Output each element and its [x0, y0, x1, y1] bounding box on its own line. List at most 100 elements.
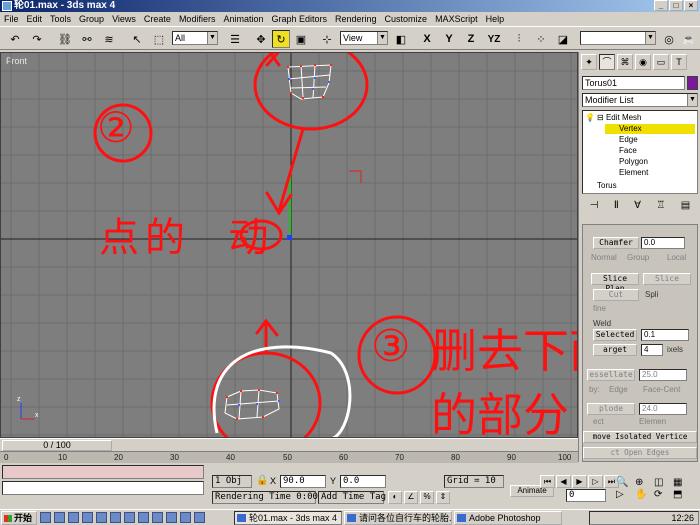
menu-modifiers[interactable]: Modifiers — [175, 12, 220, 26]
reference-coord-combo[interactable]: View ▼ — [340, 31, 388, 45]
named-selection-combo[interactable]: ▼ — [580, 31, 656, 45]
menu-customize[interactable]: Customize — [381, 12, 432, 26]
stack-face[interactable]: Face — [619, 146, 637, 156]
explode-angle[interactable]: 24.0 — [639, 403, 687, 415]
y-coordinate[interactable]: 0.0 — [340, 475, 386, 488]
undo-icon[interactable]: ↶ — [6, 30, 24, 48]
chamfer-amount[interactable]: 0.0 — [641, 237, 685, 249]
zoom-icon[interactable]: 🔍 — [616, 477, 634, 488]
modifier-list-dropdown[interactable]: Modifier List ▼ — [582, 93, 698, 107]
maximize-button[interactable]: □ — [669, 0, 683, 11]
rotate-icon[interactable]: ↻ — [272, 30, 290, 48]
zoom-extents-all-icon[interactable]: ▦ — [673, 477, 691, 488]
hierarchy-icon[interactable]: ⌘ — [617, 54, 633, 70]
elements-radio[interactable]: Elemen — [639, 417, 666, 427]
face-center-radio[interactable]: Face-Cent — [643, 385, 680, 395]
display-icon[interactable]: ▭ — [653, 54, 669, 70]
prompt-line[interactable] — [2, 481, 204, 495]
slice-button[interactable]: Slice — [643, 273, 691, 285]
task-3dsmax[interactable]: 轮01.max - 3ds max 4 — [234, 511, 342, 525]
previous-frame-icon[interactable]: ◀ — [556, 475, 571, 488]
quicklaunch-icon[interactable] — [96, 512, 107, 523]
zoom-extents-icon[interactable]: ◫ — [654, 477, 672, 488]
menu-tools[interactable]: Tools — [46, 12, 75, 26]
move-icon[interactable]: ✥ — [252, 30, 270, 48]
time-slider[interactable]: 0 / 100 — [0, 438, 578, 451]
weld-threshold[interactable]: 0.1 — [641, 329, 689, 341]
menu-create[interactable]: Create — [140, 12, 175, 26]
timeline-ruler[interactable]: 0 10 20 30 40 50 60 70 80 90 100 — [0, 451, 578, 463]
array-icon[interactable]: ⁘ — [532, 30, 550, 48]
align-icon[interactable]: ◪ — [554, 30, 572, 48]
cut-button[interactable]: Cut — [593, 289, 639, 301]
select-object-icon[interactable]: ↖ — [128, 30, 146, 48]
axis-x-button[interactable]: X — [418, 30, 436, 48]
menu-animation[interactable]: Animation — [219, 12, 267, 26]
bind-space-warp-icon[interactable]: ≋ — [100, 30, 118, 48]
quicklaunch-icon[interactable] — [194, 512, 205, 523]
utilities-icon[interactable]: T — [671, 54, 687, 70]
task-photoshop[interactable]: Adobe Photoshop — [454, 511, 562, 525]
pin-stack-icon[interactable]: ⊣ — [590, 200, 599, 216]
x-coordinate[interactable]: 90.0 — [280, 475, 326, 488]
region-select-icon[interactable]: ⬚ — [150, 30, 168, 48]
configure-sets-icon[interactable]: ▤ — [681, 200, 690, 216]
add-time-tag[interactable]: Add Time Tag — [318, 491, 386, 504]
next-frame-icon[interactable]: ▷ — [588, 475, 603, 488]
group-radio[interactable]: Group — [627, 253, 649, 263]
stack-polygon[interactable]: Polygon — [619, 157, 648, 167]
lock-icon[interactable]: 🔒 — [256, 475, 268, 486]
pivot-center-icon[interactable]: ◧ — [392, 30, 410, 48]
object-name-field[interactable]: Torus01 — [582, 76, 685, 90]
axis-z-button[interactable]: Z — [462, 30, 480, 48]
percent-snap-icon[interactable]: % — [420, 491, 434, 504]
edge-radio[interactable]: Edge — [609, 385, 628, 395]
menu-views[interactable]: Views — [108, 12, 140, 26]
unlink-icon[interactable]: ⚯ — [78, 30, 96, 48]
stack-vertex[interactable]: Vertex — [605, 124, 695, 134]
stack-element[interactable]: Element — [619, 168, 648, 178]
menu-help[interactable]: Help — [482, 12, 509, 26]
local-radio[interactable]: Local — [667, 253, 686, 263]
quicklaunch-icon[interactable] — [82, 512, 93, 523]
maximize-viewport-icon[interactable]: ⬒ — [673, 489, 691, 500]
field-of-view-icon[interactable]: ▷ — [616, 489, 634, 500]
modify-icon[interactable]: ⌒ — [599, 54, 615, 70]
quicklaunch-icon[interactable] — [152, 512, 163, 523]
maxscript-listener[interactable] — [2, 465, 204, 479]
object-color-swatch[interactable] — [687, 76, 698, 90]
start-button[interactable]: 开始 — [1, 511, 37, 525]
create-icon[interactable]: ✦ — [581, 54, 597, 70]
current-frame[interactable]: 0 — [566, 489, 606, 502]
quicklaunch-icon[interactable] — [138, 512, 149, 523]
go-to-start-icon[interactable]: ⏮ — [540, 475, 555, 488]
close-button[interactable]: × — [684, 0, 698, 11]
quicklaunch-icon[interactable] — [124, 512, 135, 523]
chamfer-button[interactable]: Chamfer — [593, 237, 639, 249]
weld-target-button[interactable]: arget — [593, 344, 637, 356]
selection-filter-combo[interactable]: All ▼ — [172, 31, 218, 45]
menu-maxscript[interactable]: MAXScript — [431, 12, 482, 26]
make-unique-icon[interactable]: ∀ — [634, 200, 641, 216]
stack-edge[interactable]: Edge — [619, 135, 638, 145]
render-icon[interactable]: ☕ — [680, 30, 698, 48]
menu-group[interactable]: Group — [75, 12, 108, 26]
menu-rendering[interactable]: Rendering — [331, 12, 381, 26]
remove-isolated-vertices-button[interactable]: move Isolated Vertice — [583, 431, 697, 443]
weld-selected-button[interactable]: Selected — [593, 329, 637, 341]
quicklaunch-icon[interactable] — [110, 512, 121, 523]
menu-file[interactable]: File — [0, 12, 23, 26]
spinner-snap-icon[interactable]: ⇕ — [436, 491, 450, 504]
select-by-name-icon[interactable]: ☰ — [226, 30, 244, 48]
minimize-button[interactable]: _ — [654, 0, 668, 11]
show-end-result-icon[interactable]: Ⅱ — [614, 200, 619, 216]
menu-graph-editors[interactable]: Graph Editors — [267, 12, 331, 26]
axis-yz-button[interactable]: YZ — [484, 30, 504, 48]
snap-icon[interactable]: ◐ — [388, 491, 402, 504]
select-link-icon[interactable]: ⛓ — [56, 30, 74, 48]
redo-icon[interactable]: ↷ — [28, 30, 46, 48]
angle-snap-icon[interactable]: ∠ — [404, 491, 418, 504]
remove-modifier-icon[interactable]: ♖ — [656, 200, 665, 216]
axis-y-button[interactable]: Y — [440, 30, 458, 48]
select-open-edges-button[interactable]: ct Open Edges — [583, 447, 697, 459]
